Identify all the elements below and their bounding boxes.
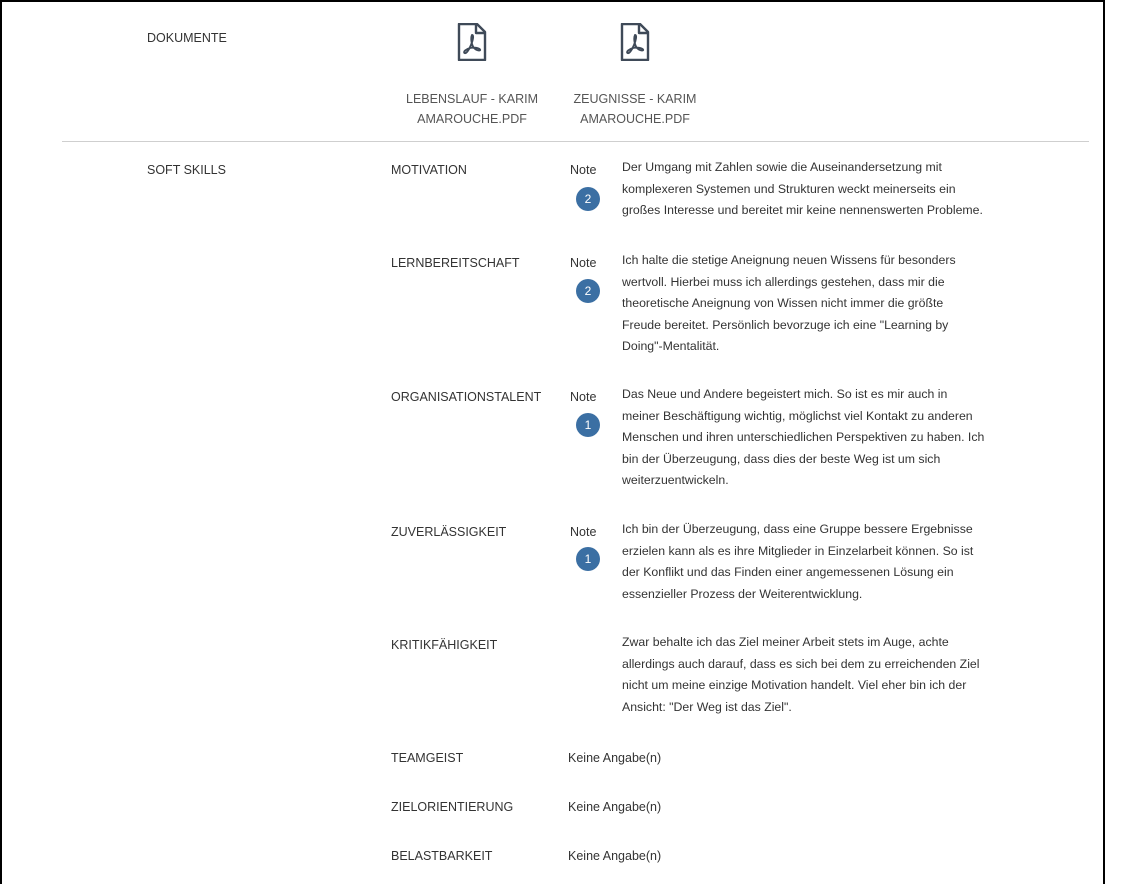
skill-name-zielorientierung: ZIELORIENTIERUNG — [391, 800, 514, 814]
description-line: Freude bereitet. Persönlich bevorzuge ic… — [622, 317, 949, 332]
skill-description-organisationstalent: Das Neue und Andere begeistert mich. So … — [622, 384, 1022, 492]
document-lebenslauf-link[interactable]: LEBENSLAUF - KARIM AMAROUCHE.PDF — [397, 23, 547, 129]
skill-name-kritikfaehigkeit: KRITIKFÄHIGKEIT — [391, 638, 498, 652]
description-line: wertvoll. Hierbei muss ich allerdings ge… — [622, 274, 945, 289]
description-line: großes Interesse und bereitet mir keine … — [622, 203, 983, 217]
description-line: bin der Überzeugung, dass dies der beste… — [622, 451, 941, 466]
skill-description-kritikfaehigkeit: Zwar behalte ich das Ziel meiner Arbeit … — [622, 632, 1022, 718]
description-line: essenzieller Prozess der Weiterentwicklu… — [622, 586, 863, 601]
description-line: erzielen kann als es ihre Mitglieder in … — [622, 543, 974, 558]
description-line: Doing"-Mentalität. — [622, 339, 720, 353]
section-divider — [62, 141, 1089, 142]
document-name-line1: ZEUGNISSE - KARIM — [573, 92, 697, 106]
description-line: allerdings auch darauf, dass es sich bei… — [622, 656, 980, 671]
pdf-icon — [457, 23, 487, 61]
pdf-icon — [620, 23, 650, 61]
description-line: der Konflikt und das Finden einer angeme… — [622, 565, 954, 579]
description-line: komplexeren Systemen und Strukturen weck… — [622, 181, 956, 196]
skill-description-lernbereitschaft: Ich halte die stetige Aneignung neuen Wi… — [622, 250, 1022, 358]
description-line: theoretische Aneignung von Wissen nicht … — [622, 296, 944, 310]
skill-value-belastbarkeit: Keine Angabe(n) — [568, 849, 662, 863]
grade-badge: 2 — [576, 187, 600, 211]
description-line: weiterzuentwickeln. — [622, 473, 729, 487]
description-line: Ansicht: "Der Weg ist das Ziel". — [622, 699, 792, 714]
description-line: Ich bin der Überzeugung, dass eine Grupp… — [622, 522, 973, 536]
soft-skills-heading: SOFT SKILLS — [147, 163, 226, 177]
grade-badge: 2 — [576, 279, 600, 303]
document-zeugnisse-link[interactable]: ZEUGNISSE - KARIM AMAROUCHE.PDF — [560, 23, 710, 129]
description-line: Zwar behalte ich das Ziel meiner Arbeit … — [622, 635, 949, 649]
note-label: Note — [570, 256, 597, 270]
description-line: nicht um meine einzige Motivation handel… — [622, 678, 967, 692]
grade-badge: 1 — [576, 547, 600, 571]
skill-name-teamgeist: TEAMGEIST — [391, 751, 464, 765]
skill-value-zielorientierung: Keine Angabe(n) — [568, 800, 662, 814]
skill-name-organisationstalent: ORGANISATIONSTALENT — [391, 390, 542, 404]
skill-description-motivation: Der Umgang mit Zahlen sowie die Auseinan… — [622, 157, 1022, 222]
description-line: meiner Beschäftigung wichtig, möglichst … — [622, 408, 973, 423]
note-label: Note — [570, 525, 597, 539]
skill-name-lernbereitschaft: LERNBEREITSCHAFT — [391, 256, 520, 270]
description-line: Der Umgang mit Zahlen sowie die Auseinan… — [622, 160, 942, 174]
description-line: Das Neue und Andere begeistert mich. So … — [622, 387, 948, 401]
grade-badge: 1 — [576, 413, 600, 437]
description-line: Menschen und ihren unterschiedlichen Per… — [622, 430, 985, 444]
skill-name-zuverlaessigkeit: ZUVERLÄSSIGKEIT — [391, 525, 507, 539]
note-label: Note — [570, 390, 597, 404]
document-name-line1: LEBENSLAUF - KARIM — [406, 92, 538, 106]
skill-value-teamgeist: Keine Angabe(n) — [568, 751, 662, 765]
skill-description-zuverlaessigkeit: Ich bin der Überzeugung, dass eine Grupp… — [622, 519, 1022, 605]
skill-name-belastbarkeit: BELASTBARKEIT — [391, 849, 493, 863]
documents-heading: DOKUMENTE — [147, 31, 227, 45]
skill-name-motivation: MOTIVATION — [391, 163, 467, 177]
document-name-line2: AMAROUCHE.PDF — [580, 112, 690, 126]
note-label: Note — [570, 163, 597, 177]
document-name-line2: AMAROUCHE.PDF — [417, 112, 527, 126]
description-line: Ich halte die stetige Aneignung neuen Wi… — [622, 253, 956, 267]
